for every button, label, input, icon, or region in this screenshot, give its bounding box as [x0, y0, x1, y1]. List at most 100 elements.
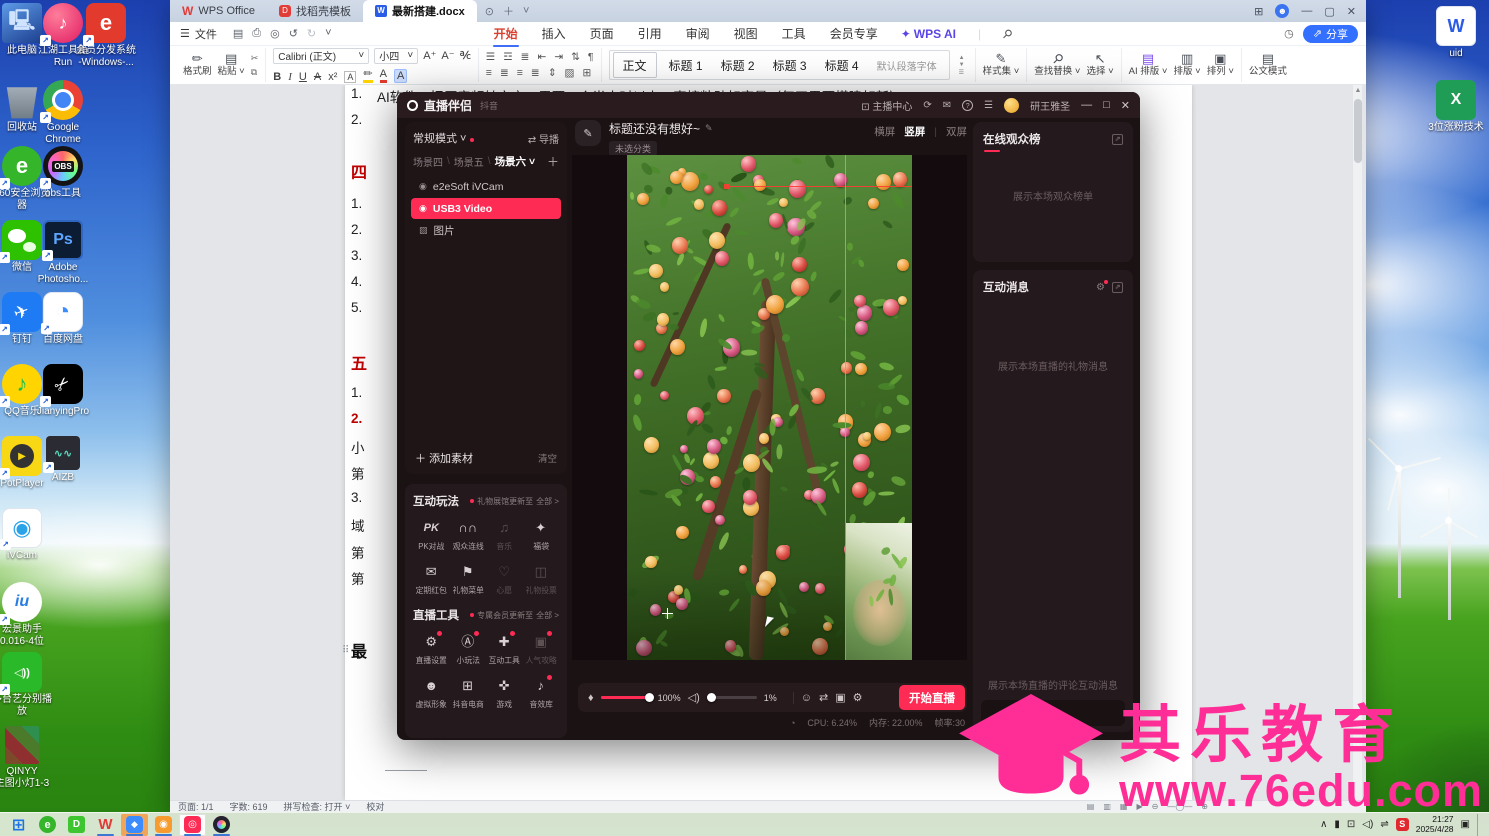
- desktop-icon-obs-tool[interactable]: ↗obs工具: [21, 146, 105, 200]
- section-update-link[interactable]: 礼物展馆更新至 全部 >: [470, 496, 559, 507]
- tab-wps-ai[interactable]: ✦ WPS AI: [901, 27, 956, 41]
- layout-button[interactable]: ▥ 排版 ˅: [1173, 52, 1200, 78]
- docer-template-tab[interactable]: D 找稻壳模板: [267, 0, 363, 22]
- borders-icon[interactable]: ⊞: [582, 67, 591, 79]
- font-size-select[interactable]: 小四˅: [374, 48, 418, 64]
- edit-title-icon[interactable]: ✎: [705, 123, 713, 134]
- select-button[interactable]: ↖ 选择 ˅: [1086, 52, 1113, 78]
- quickbar-chevron-icon[interactable]: ˅: [325, 27, 331, 40]
- undo-icon[interactable]: ↺: [289, 27, 298, 40]
- taskbar-icon-bluestacks[interactable]: [121, 814, 148, 836]
- see-all-button[interactable]: 全部 >: [536, 610, 559, 621]
- close-button[interactable]: ✕: [1347, 5, 1356, 18]
- align-right-icon[interactable]: ≡: [517, 67, 523, 79]
- mirror-flip-icon[interactable]: ⇄: [819, 691, 828, 704]
- add-scene-button[interactable]: ＋: [547, 153, 559, 170]
- char-shading-button[interactable]: A: [394, 69, 407, 83]
- show-desktop-button[interactable]: [1477, 814, 1481, 836]
- taskbar-icon-obs[interactable]: [208, 814, 235, 836]
- clear-button[interactable]: 清空: [538, 451, 557, 465]
- taskbar-icon-live-companion[interactable]: [179, 814, 206, 836]
- feature-music[interactable]: ♫音乐: [486, 517, 523, 552]
- object-anchor-handle[interactable]: ⠿: [342, 645, 349, 656]
- see-all-button[interactable]: 全部 >: [536, 496, 559, 507]
- tab-插入[interactable]: 插入: [541, 23, 567, 44]
- feature-popularity-guide[interactable]: ▣人气攻略: [523, 631, 560, 666]
- feature-live-settings[interactable]: ⚙直播设置: [413, 631, 450, 666]
- feature-audience-link[interactable]: ∩∩观众连线: [450, 517, 487, 552]
- user-avatar[interactable]: [1004, 98, 1019, 113]
- style-cell-4[interactable]: 标题 4: [816, 52, 868, 78]
- clock[interactable]: 21:27 2025/4/28: [1416, 815, 1454, 835]
- taskbar-icon-wps[interactable]: [92, 814, 119, 836]
- clear-format-icon[interactable]: ℀: [460, 49, 471, 62]
- account-avatar[interactable]: ☻: [1275, 4, 1289, 18]
- shrink-font-icon[interactable]: A⁻: [441, 49, 454, 62]
- share-button[interactable]: ⇗ 分享: [1303, 25, 1358, 43]
- speaker-icon[interactable]: ◁): [688, 691, 700, 704]
- desktop-icon-word-doc[interactable]: uid: [1414, 6, 1489, 60]
- tab-list-chevron-icon[interactable]: ˅: [523, 5, 529, 17]
- message-settings-gear-icon[interactable]: ⚙: [1096, 282, 1105, 293]
- desktop-icon-jianying-pro[interactable]: ↗JianyingPro: [21, 364, 105, 418]
- section-update-link[interactable]: 专属会员更新至 全部 >: [470, 610, 559, 621]
- desktop-icon-multi-broadcast[interactable]: ↗多台艺分别播 放: [0, 652, 64, 718]
- desktop-icon-ivcam[interactable]: ↗iVCam: [0, 508, 64, 562]
- align-center-icon[interactable]: ≣: [500, 67, 509, 79]
- number-list-icon[interactable]: ☲: [503, 51, 512, 63]
- add-material-button[interactable]: ＋ 添加素材: [415, 450, 473, 466]
- strikethrough-button[interactable]: A: [314, 71, 321, 83]
- new-tab-button[interactable]: ＋: [503, 3, 514, 19]
- desktop-icon-qinyy-image[interactable]: QINYY 主图小灯1-3: [0, 726, 64, 790]
- search-icon[interactable]: ⚲: [999, 25, 1015, 41]
- font-name-select[interactable]: Calibri (正文)˅: [273, 48, 369, 64]
- source-item[interactable]: ◉USB3 Video: [411, 198, 561, 219]
- ai-layout-button[interactable]: ▤ AI 排版 ˅: [1129, 52, 1168, 78]
- find-replace-button[interactable]: ⚲ 查找替换 ˅: [1034, 52, 1080, 78]
- settings-gear-icon[interactable]: ⚙: [853, 691, 863, 704]
- orientation-0[interactable]: 横屏: [874, 124, 895, 139]
- desktop-icon-photoshop[interactable]: ↗Adobe Photosho...: [21, 220, 105, 286]
- style-cell-5[interactable]: 默认段落字体: [868, 52, 946, 78]
- wps-home-tab[interactable]: W WPS Office: [170, 0, 267, 22]
- start-live-button[interactable]: 开始直播: [899, 685, 965, 710]
- mic-volume-slider[interactable]: [601, 696, 651, 699]
- save-icon[interactable]: ▤: [233, 27, 243, 40]
- notification-center-icon[interactable]: ▣: [1461, 819, 1470, 830]
- usb-device-icon[interactable]: ▮: [1334, 819, 1340, 830]
- document-tab[interactable]: W 最新搭建.docx: [363, 0, 477, 22]
- comment-icon[interactable]: ⊙: [485, 5, 494, 18]
- feature-virtual-avatar[interactable]: ☻虚拟形象: [413, 675, 450, 710]
- style-cell-3[interactable]: 标题 3: [764, 52, 816, 78]
- justify-icon[interactable]: ≣: [531, 67, 540, 79]
- mode-selector[interactable]: 常规模式 ˅: [413, 130, 474, 146]
- camera-icon[interactable]: ▣: [835, 691, 845, 704]
- align-left-icon[interactable]: ≡: [486, 67, 492, 79]
- cut-icon[interactable]: ✂: [251, 53, 259, 64]
- tab-页面[interactable]: 页面: [589, 23, 615, 44]
- app-grid-icon[interactable]: ⊞: [1254, 5, 1263, 18]
- camera-preview[interactable]: [627, 155, 912, 660]
- category-tag[interactable]: 未选分类: [609, 141, 657, 156]
- style-cell-2[interactable]: 标题 2: [712, 52, 764, 78]
- tab-审阅[interactable]: 审阅: [685, 23, 711, 44]
- scrollbar-thumb[interactable]: [1354, 99, 1362, 163]
- print-icon[interactable]: ⎙: [252, 27, 261, 40]
- minimize-button[interactable]: —: [1301, 5, 1312, 17]
- scene-tab-0[interactable]: 场景四: [413, 154, 443, 169]
- tab-视图[interactable]: 视图: [733, 23, 759, 44]
- director-mode-button[interactable]: ⇄ 导播: [528, 131, 559, 146]
- scene-tab-2[interactable]: 场景六 ˅: [495, 154, 536, 169]
- history-icon[interactable]: ◷: [1284, 27, 1294, 40]
- tray-expand-icon[interactable]: ∧: [1320, 819, 1327, 830]
- highlight-color-button[interactable]: ✏: [363, 67, 372, 83]
- shading-icon[interactable]: ▨: [565, 67, 575, 79]
- display-icon[interactable]: ⊡: [1347, 819, 1355, 830]
- multilevel-list-icon[interactable]: ≣: [521, 51, 530, 63]
- speaker-volume-slider[interactable]: [707, 696, 757, 699]
- font-color-button[interactable]: A: [380, 68, 387, 83]
- file-menu[interactable]: ☰ 文件: [170, 26, 227, 42]
- line-spacing-icon[interactable]: ⇕: [548, 67, 557, 79]
- show-marks-icon[interactable]: ¶: [588, 51, 594, 63]
- arrange-button[interactable]: ▣ 排列 ˅: [1207, 52, 1234, 78]
